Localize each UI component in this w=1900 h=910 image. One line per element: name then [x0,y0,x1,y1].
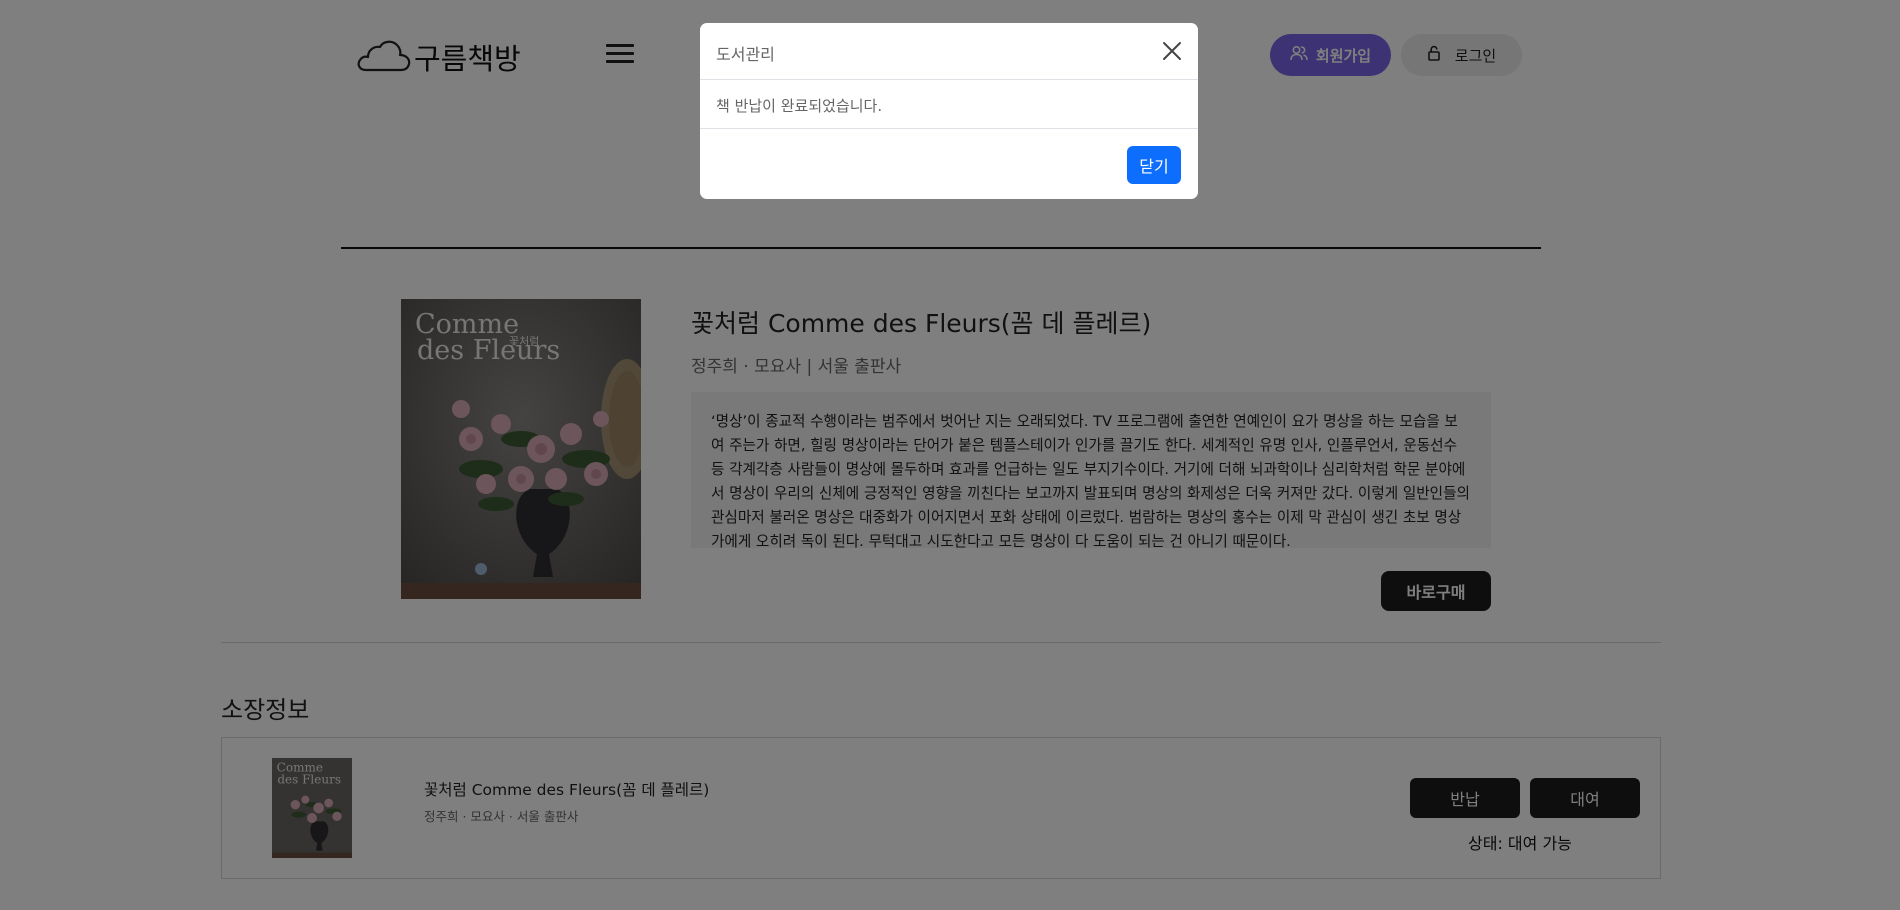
modal-title: 도서관리 [716,45,775,64]
modal-footer: 닫기 [700,129,1198,199]
modal-header: 도서관리 [700,23,1198,80]
confirmation-modal: 도서관리 책 반납이 완료되었습니다. 닫기 [700,23,1198,199]
modal-message: 책 반납이 완료되었습니다. [716,97,883,115]
modal-close-button[interactable]: 닫기 [1127,146,1181,184]
close-icon[interactable] [1162,41,1182,61]
modal-body: 책 반납이 완료되었습니다. [700,80,1198,129]
